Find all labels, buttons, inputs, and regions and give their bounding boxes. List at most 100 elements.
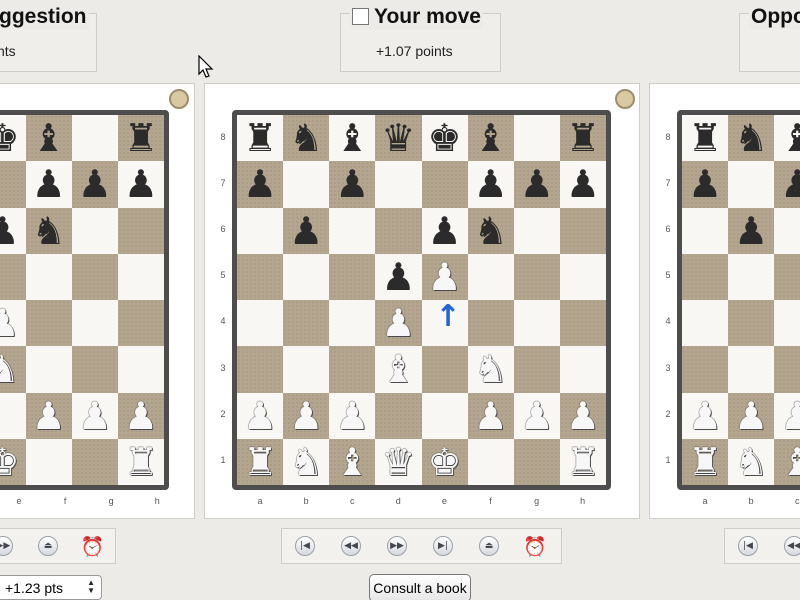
- board-square[interactable]: [559, 207, 606, 254]
- eject-button[interactable]: ⏏: [466, 529, 512, 563]
- board-square[interactable]: ♟: [774, 161, 800, 208]
- board-square[interactable]: [559, 346, 606, 393]
- board-square[interactable]: [0, 253, 26, 300]
- white-pawn-icon[interactable]: ♟: [124, 397, 158, 435]
- black-king-icon[interactable]: ♚: [0, 119, 20, 157]
- previous-move-button[interactable]: ◀◀: [328, 529, 374, 563]
- board-square[interactable]: [375, 207, 422, 254]
- black-pawn-icon[interactable]: ♟: [734, 212, 768, 250]
- board-square[interactable]: ♞: [728, 438, 775, 485]
- board-square[interactable]: ♞: [283, 115, 330, 162]
- board-square[interactable]: ♟: [728, 392, 775, 439]
- board-square[interactable]: [71, 300, 118, 347]
- board-square[interactable]: ♟: [25, 161, 72, 208]
- board-square[interactable]: ♞: [25, 207, 72, 254]
- black-pawn-icon[interactable]: ♟: [520, 165, 554, 203]
- board-square[interactable]: ♟: [375, 300, 422, 347]
- board-square[interactable]: ♝: [467, 115, 514, 162]
- board-square[interactable]: ♟: [71, 161, 118, 208]
- black-knight-icon[interactable]: ♞: [32, 212, 66, 250]
- board-square[interactable]: ♜: [237, 115, 284, 162]
- board-square[interactable]: ♟: [467, 161, 514, 208]
- white-pawn-icon[interactable]: ♟: [381, 304, 415, 342]
- white-rook-icon[interactable]: ♜: [243, 443, 277, 481]
- black-bishop-icon[interactable]: ♝: [32, 119, 66, 157]
- board-square[interactable]: ♟: [25, 392, 72, 439]
- board-square[interactable]: ♜: [237, 438, 284, 485]
- board-square[interactable]: [117, 253, 164, 300]
- board-square[interactable]: ♞: [728, 115, 775, 162]
- opponent-board[interactable]: ♜ ♞ ♝ ♟ ♟ ♟ ♟ ♟ ♟ ♜ ♞ ♝: [677, 110, 800, 490]
- board-square[interactable]: ♟: [421, 207, 468, 254]
- board-square[interactable]: ♝: [774, 115, 800, 162]
- black-pawn-icon[interactable]: ♟: [78, 165, 112, 203]
- board-square[interactable]: ♟: [559, 392, 606, 439]
- board-square[interactable]: [467, 438, 514, 485]
- next-move-button[interactable]: ▶▶: [374, 529, 420, 563]
- black-pawn-icon[interactable]: ♟: [0, 212, 20, 250]
- white-knight-icon[interactable]: ♞: [734, 443, 768, 481]
- board-square[interactable]: [513, 300, 560, 347]
- black-pawn-icon[interactable]: ♟: [381, 258, 415, 296]
- first-move-button[interactable]: |◀: [725, 529, 771, 563]
- board-square[interactable]: [329, 253, 376, 300]
- board-square[interactable]: ♞: [467, 346, 514, 393]
- board-square[interactable]: [25, 300, 72, 347]
- board-square[interactable]: [728, 300, 775, 347]
- main-chess-board[interactable]: ♜ ♞ ♝ ♛ ♚ ♝ ♜ ♟ ♟ ♟ ♟ ♟ ♟ ♟ ♞ ♟ ♟ ♟ ♝ ♞ ♟ ♟ ♟ ♟ ♟ ♟ ♜ ♞ ♝ ♛ ♚ ♜ ↑: [232, 110, 611, 490]
- board-square[interactable]: ♝: [375, 346, 422, 393]
- board-square[interactable]: [329, 207, 376, 254]
- white-rook-icon[interactable]: ♜: [688, 443, 722, 481]
- board-square[interactable]: ♟: [421, 253, 468, 300]
- black-pawn-icon[interactable]: ♟: [124, 165, 158, 203]
- board-square[interactable]: [329, 300, 376, 347]
- board-square[interactable]: ♝: [25, 115, 72, 162]
- board-square[interactable]: ♟: [237, 161, 284, 208]
- white-rook-icon[interactable]: ♜: [566, 443, 600, 481]
- board-square[interactable]: ♟: [513, 161, 560, 208]
- suggestion-board[interactable]: ♚ ♝ ♜ ♟ ♟ ♟ ♟ ♞ ♟ ♞ ♟ ♟ ♟ ♚ ♜: [0, 110, 169, 490]
- board-square[interactable]: ♟: [682, 392, 729, 439]
- board-square[interactable]: [513, 207, 560, 254]
- black-bishop-icon[interactable]: ♝: [780, 119, 800, 157]
- board-square[interactable]: [71, 438, 118, 485]
- board-square[interactable]: ♟: [728, 207, 775, 254]
- white-pawn-icon[interactable]: ♟: [780, 397, 800, 435]
- board-square[interactable]: [71, 115, 118, 162]
- board-square[interactable]: ♟: [329, 392, 376, 439]
- black-bishop-icon[interactable]: ♝: [335, 119, 369, 157]
- board-square[interactable]: ♟: [375, 253, 422, 300]
- board-square[interactable]: [375, 392, 422, 439]
- black-rook-icon[interactable]: ♜: [688, 119, 722, 157]
- black-pawn-icon[interactable]: ♟: [428, 212, 462, 250]
- board-square[interactable]: [25, 438, 72, 485]
- black-pawn-icon[interactable]: ♟: [335, 165, 369, 203]
- board-square[interactable]: ♛: [375, 438, 422, 485]
- board-square[interactable]: ♜: [117, 115, 164, 162]
- board-square[interactable]: ♟: [559, 161, 606, 208]
- black-rook-icon[interactable]: ♜: [566, 119, 600, 157]
- board-square[interactable]: [237, 207, 284, 254]
- board-square[interactable]: [774, 207, 800, 254]
- board-square[interactable]: [682, 253, 729, 300]
- board-square[interactable]: ♜: [682, 438, 729, 485]
- white-pawn-icon[interactable]: ♟: [734, 397, 768, 435]
- board-square[interactable]: [728, 253, 775, 300]
- board-square[interactable]: ♚: [0, 115, 26, 162]
- board-square[interactable]: [513, 438, 560, 485]
- board-square[interactable]: [237, 253, 284, 300]
- black-bishop-icon[interactable]: ♝: [474, 119, 508, 157]
- black-king-icon[interactable]: ♚: [428, 119, 462, 157]
- board-square[interactable]: [71, 346, 118, 393]
- board-square[interactable]: [421, 161, 468, 208]
- consult-book-button[interactable]: Consult a book: [369, 574, 471, 600]
- white-pawn-icon[interactable]: ♟: [474, 397, 508, 435]
- board-square[interactable]: ♚: [0, 438, 26, 485]
- last-move-button[interactable]: ▶|: [420, 529, 466, 563]
- white-pawn-icon[interactable]: ♟: [335, 397, 369, 435]
- black-pawn-icon[interactable]: ♟: [32, 165, 66, 203]
- board-square[interactable]: [25, 346, 72, 393]
- board-square[interactable]: ♜: [559, 115, 606, 162]
- board-square[interactable]: [774, 346, 800, 393]
- your-move-checkbox[interactable]: [352, 8, 369, 25]
